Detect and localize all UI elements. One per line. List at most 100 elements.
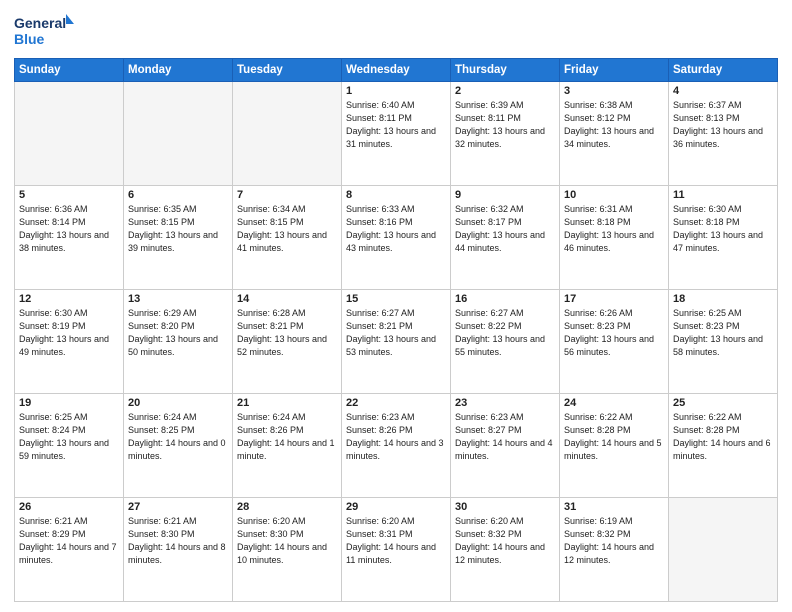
day-number: 26 xyxy=(19,501,119,513)
day-info: Sunrise: 6:35 AM Sunset: 8:15 PM Dayligh… xyxy=(128,203,228,255)
day-header-monday: Monday xyxy=(124,59,233,82)
day-number: 5 xyxy=(19,189,119,201)
calendar-day-cell: 7Sunrise: 6:34 AM Sunset: 8:15 PM Daylig… xyxy=(233,186,342,290)
calendar-table: SundayMondayTuesdayWednesdayThursdayFrid… xyxy=(14,58,778,602)
day-info: Sunrise: 6:27 AM Sunset: 8:22 PM Dayligh… xyxy=(455,307,555,359)
day-info: Sunrise: 6:26 AM Sunset: 8:23 PM Dayligh… xyxy=(564,307,664,359)
day-number: 24 xyxy=(564,397,664,409)
day-info: Sunrise: 6:30 AM Sunset: 8:18 PM Dayligh… xyxy=(673,203,773,255)
calendar-day-cell xyxy=(15,82,124,186)
day-number: 28 xyxy=(237,501,337,513)
day-header-tuesday: Tuesday xyxy=(233,59,342,82)
day-number: 29 xyxy=(346,501,446,513)
calendar-day-cell: 28 Sunrise: 6:20 AM Sunset: 8:30 PM Dayli… xyxy=(233,498,342,602)
calendar-day-cell: 21Sunrise: 6:24 AM Sunset: 8:26 PM Dayli… xyxy=(233,394,342,498)
day-number: 10 xyxy=(564,189,664,201)
day-info: Sunrise: 6:38 AM Sunset: 8:12 PM Dayligh… xyxy=(564,99,664,151)
calendar-day-cell: 27 Sunrise: 6:21 AM Sunset: 8:30 PM Dayli… xyxy=(124,498,233,602)
calendar-day-cell: 12Sunrise: 6:30 AM Sunset: 8:19 PM Dayli… xyxy=(15,290,124,394)
day-number: 8 xyxy=(346,189,446,201)
calendar-day-cell: 24 Sunrise: 6:22 AM Sunset: 8:28 PM Dayli… xyxy=(560,394,669,498)
calendar-week-row: 12Sunrise: 6:30 AM Sunset: 8:19 PM Dayli… xyxy=(15,290,778,394)
day-info: Sunrise: 6:19 AM Sunset: 8:32 PM Dayligh… xyxy=(564,515,664,567)
calendar-header-row: SundayMondayTuesdayWednesdayThursdayFrid… xyxy=(15,59,778,82)
svg-text:Blue: Blue xyxy=(14,31,45,47)
calendar-week-row: 26 Sunrise: 6:21 AM Sunset: 8:29 PM Dayli… xyxy=(15,498,778,602)
calendar-week-row: 19 Sunrise: 6:25 AM Sunset: 8:24 PM Dayli… xyxy=(15,394,778,498)
day-header-thursday: Thursday xyxy=(451,59,560,82)
calendar-day-cell: 22Sunrise: 6:23 AM Sunset: 8:26 PM Dayli… xyxy=(342,394,451,498)
calendar-day-cell: 16 Sunrise: 6:27 AM Sunset: 8:22 PM Dayli… xyxy=(451,290,560,394)
day-number: 19 xyxy=(19,397,119,409)
day-info: Sunrise: 6:31 AM Sunset: 8:18 PM Dayligh… xyxy=(564,203,664,255)
day-info: Sunrise: 6:20 AM Sunset: 8:30 PM Dayligh… xyxy=(237,515,337,567)
day-info: Sunrise: 6:22 AM Sunset: 8:28 PM Dayligh… xyxy=(564,411,664,463)
day-info: Sunrise: 6:22 AM Sunset: 8:28 PM Dayligh… xyxy=(673,411,773,463)
calendar-day-cell: 29 Sunrise: 6:20 AM Sunset: 8:31 PM Dayli… xyxy=(342,498,451,602)
day-number: 27 xyxy=(128,501,228,513)
page-container: General Blue SundayMondayTuesdayWednesda… xyxy=(0,0,792,612)
calendar-day-cell: 3Sunrise: 6:38 AM Sunset: 8:12 PM Daylig… xyxy=(560,82,669,186)
day-number: 15 xyxy=(346,293,446,305)
day-info: Sunrise: 6:23 AM Sunset: 8:27 PM Dayligh… xyxy=(455,411,555,463)
calendar-day-cell: 2Sunrise: 6:39 AM Sunset: 8:11 PM Daylig… xyxy=(451,82,560,186)
day-number: 9 xyxy=(455,189,555,201)
day-number: 21 xyxy=(237,397,337,409)
calendar-day-cell: 18 Sunrise: 6:25 AM Sunset: 8:23 PM Dayli… xyxy=(669,290,778,394)
day-info: Sunrise: 6:29 AM Sunset: 8:20 PM Dayligh… xyxy=(128,307,228,359)
day-info: Sunrise: 6:24 AM Sunset: 8:25 PM Dayligh… xyxy=(128,411,228,463)
svg-text:General: General xyxy=(14,15,66,31)
day-number: 14 xyxy=(237,293,337,305)
day-info: Sunrise: 6:27 AM Sunset: 8:21 PM Dayligh… xyxy=(346,307,446,359)
day-info: Sunrise: 6:30 AM Sunset: 8:19 PM Dayligh… xyxy=(19,307,119,359)
calendar-day-cell: 30Sunrise: 6:20 AM Sunset: 8:32 PM Dayli… xyxy=(451,498,560,602)
calendar-day-cell xyxy=(124,82,233,186)
day-info: Sunrise: 6:33 AM Sunset: 8:16 PM Dayligh… xyxy=(346,203,446,255)
logo: General Blue xyxy=(14,10,74,50)
calendar-day-cell xyxy=(233,82,342,186)
calendar-day-cell: 13 Sunrise: 6:29 AM Sunset: 8:20 PM Dayli… xyxy=(124,290,233,394)
calendar-day-cell: 15 Sunrise: 6:27 AM Sunset: 8:21 PM Dayli… xyxy=(342,290,451,394)
calendar-day-cell: 25 Sunrise: 6:22 AM Sunset: 8:28 PM Dayli… xyxy=(669,394,778,498)
calendar-day-cell: 8 Sunrise: 6:33 AM Sunset: 8:16 PM Daylig… xyxy=(342,186,451,290)
calendar-day-cell: 20 Sunrise: 6:24 AM Sunset: 8:25 PM Dayli… xyxy=(124,394,233,498)
calendar-day-cell: 4Sunrise: 6:37 AM Sunset: 8:13 PM Daylig… xyxy=(669,82,778,186)
day-number: 23 xyxy=(455,397,555,409)
calendar-day-cell xyxy=(669,498,778,602)
day-number: 16 xyxy=(455,293,555,305)
day-info: Sunrise: 6:32 AM Sunset: 8:17 PM Dayligh… xyxy=(455,203,555,255)
day-info: Sunrise: 6:20 AM Sunset: 8:31 PM Dayligh… xyxy=(346,515,446,567)
calendar-day-cell: 11 Sunrise: 6:30 AM Sunset: 8:18 PM Dayli… xyxy=(669,186,778,290)
calendar-day-cell: 5Sunrise: 6:36 AM Sunset: 8:14 PM Daylig… xyxy=(15,186,124,290)
day-header-friday: Friday xyxy=(560,59,669,82)
day-number: 1 xyxy=(346,85,446,97)
day-header-sunday: Sunday xyxy=(15,59,124,82)
day-number: 13 xyxy=(128,293,228,305)
calendar-day-cell: 14 Sunrise: 6:28 AM Sunset: 8:21 PM Dayli… xyxy=(233,290,342,394)
header: General Blue xyxy=(14,10,778,50)
day-number: 17 xyxy=(564,293,664,305)
day-info: Sunrise: 6:25 AM Sunset: 8:23 PM Dayligh… xyxy=(673,307,773,359)
calendar-day-cell: 19 Sunrise: 6:25 AM Sunset: 8:24 PM Dayli… xyxy=(15,394,124,498)
calendar-day-cell: 17 Sunrise: 6:26 AM Sunset: 8:23 PM Dayli… xyxy=(560,290,669,394)
day-number: 25 xyxy=(673,397,773,409)
calendar-day-cell: 6 Sunrise: 6:35 AM Sunset: 8:15 PM Daylig… xyxy=(124,186,233,290)
calendar-week-row: 5Sunrise: 6:36 AM Sunset: 8:14 PM Daylig… xyxy=(15,186,778,290)
day-number: 6 xyxy=(128,189,228,201)
day-info: Sunrise: 6:28 AM Sunset: 8:21 PM Dayligh… xyxy=(237,307,337,359)
calendar-day-cell: 26 Sunrise: 6:21 AM Sunset: 8:29 PM Dayli… xyxy=(15,498,124,602)
logo-svg: General Blue xyxy=(14,10,74,50)
day-number: 22 xyxy=(346,397,446,409)
day-info: Sunrise: 6:40 AM Sunset: 8:11 PM Dayligh… xyxy=(346,99,446,151)
day-info: Sunrise: 6:34 AM Sunset: 8:15 PM Dayligh… xyxy=(237,203,337,255)
calendar-day-cell: 1 Sunrise: 6:40 AM Sunset: 8:11 PM Daylig… xyxy=(342,82,451,186)
day-header-wednesday: Wednesday xyxy=(342,59,451,82)
day-number: 20 xyxy=(128,397,228,409)
day-info: Sunrise: 6:25 AM Sunset: 8:24 PM Dayligh… xyxy=(19,411,119,463)
day-number: 11 xyxy=(673,189,773,201)
day-number: 18 xyxy=(673,293,773,305)
day-number: 31 xyxy=(564,501,664,513)
day-info: Sunrise: 6:21 AM Sunset: 8:30 PM Dayligh… xyxy=(128,515,228,567)
day-info: Sunrise: 6:21 AM Sunset: 8:29 PM Dayligh… xyxy=(19,515,119,567)
day-info: Sunrise: 6:20 AM Sunset: 8:32 PM Dayligh… xyxy=(455,515,555,567)
